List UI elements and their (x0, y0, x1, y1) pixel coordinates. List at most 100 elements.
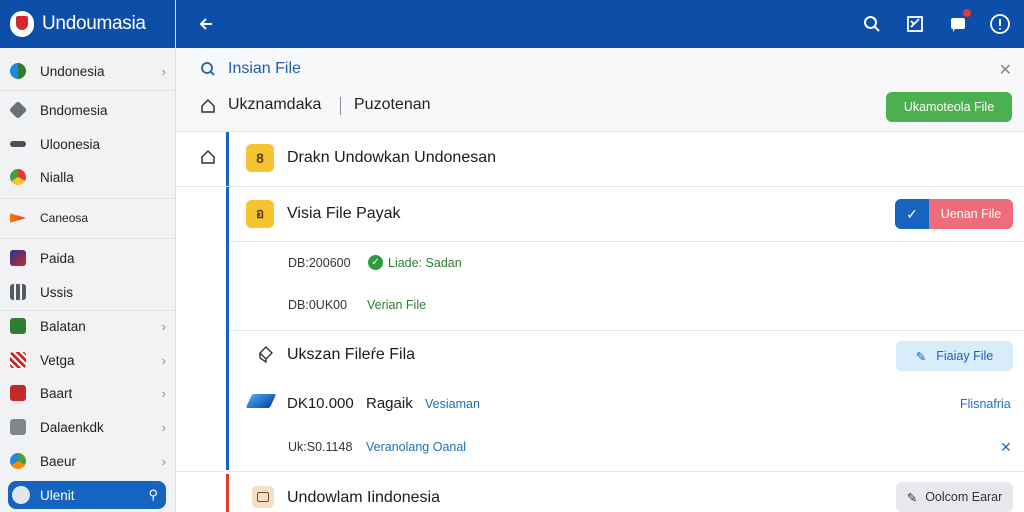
app-title: Undoumasia (42, 13, 146, 34)
sidebar-item-label: Vetga (40, 352, 75, 368)
top-bar (176, 0, 1024, 48)
cube-icon (256, 345, 274, 368)
verify-file-link[interactable]: Verian File (367, 298, 426, 312)
chevron-right-icon: › (161, 63, 166, 79)
search-label[interactable]: Insian File (228, 60, 301, 78)
detail-right-link[interactable]: Flisnafria (960, 397, 1011, 411)
notification-icon[interactable] (946, 9, 971, 36)
folder-badge-icon: 8 (246, 144, 274, 172)
notification-badge (963, 9, 971, 17)
detail-code: DB:0UK00 (288, 298, 348, 312)
sidebar-item-label: Uloonesia (40, 136, 101, 152)
row-title[interactable]: Ukszan Fileŕe Fila (287, 346, 415, 364)
detail-link[interactable]: Veranolang Oanal (366, 440, 466, 454)
book-icon (10, 250, 26, 266)
sidebar-item-caneosa[interactable]: Caneosa (0, 203, 176, 233)
checklist-icon[interactable] (903, 12, 927, 36)
breadcrumb-home[interactable]: Ukznamdaka (228, 96, 321, 114)
row-divider (229, 241, 1024, 242)
back-arrow-icon[interactable] (194, 12, 218, 36)
chevron-right-icon: › (161, 352, 166, 368)
home-icon[interactable] (200, 98, 216, 119)
app-logo-icon (10, 11, 34, 37)
row-title[interactable]: Visia File Payak (287, 205, 401, 223)
red-doc-icon (10, 385, 26, 401)
sidebar-item-nialla[interactable]: Nialla (0, 162, 176, 192)
sidebar-item-label: Dalaenkdk (40, 419, 104, 435)
help-icon[interactable] (988, 12, 1012, 36)
chevron-right-icon: › (161, 385, 166, 401)
row-divider (176, 471, 1024, 472)
upload-toggle[interactable]: ✓ Uenan File (895, 199, 1013, 229)
home-icon (200, 149, 216, 170)
section-accent-bar (226, 474, 229, 512)
sidebar-item-ussis[interactable]: Ussis (0, 277, 176, 307)
sidebar-item-label: Undonesia (40, 63, 105, 79)
edit-file-button[interactable]: ✎ Fiaiay File (896, 341, 1013, 371)
sidebar-item-balatan[interactable]: Balatan › (0, 311, 176, 341)
grid-icon (10, 284, 26, 300)
sidebar-item-paida[interactable]: Paida (0, 243, 176, 273)
user-icon (12, 486, 30, 504)
clipboard-icon (10, 419, 26, 435)
arrow-flag-icon (10, 213, 26, 223)
chevron-right-icon: › (161, 453, 166, 469)
open-button[interactable]: ✎ Oolcom Earar (896, 482, 1013, 512)
green-doc-icon (10, 318, 26, 334)
file-badge-icon: อ (246, 200, 274, 228)
sidebar-item-label: Nialla (40, 169, 74, 185)
sidebar-divider (0, 238, 176, 239)
sidebar-item-label: Ulenit (40, 487, 75, 503)
sidebar-divider (0, 90, 176, 91)
panel-header: Insian File ✕ Ukznamdaka Puzotenan Ukamo… (176, 48, 1024, 132)
chevron-right-icon: › (161, 318, 166, 334)
pin-icon: ⚲ (148, 487, 158, 502)
sidebar-item-bndomesia[interactable]: Bndomesia (0, 95, 176, 125)
row-title[interactable]: Drakn Undowkan Undonesan (287, 149, 496, 167)
sidebar-divider (0, 198, 176, 199)
pencil-icon: ✎ (906, 490, 918, 505)
close-icon[interactable]: ✕ (1000, 439, 1012, 456)
sidebar-item-label: Paida (40, 250, 75, 266)
check-circle-icon: ✓ (368, 255, 383, 270)
upload-file-button[interactable]: Ukamoteola File (886, 92, 1012, 122)
button-label: Oolcom Earar (925, 490, 1003, 504)
globe-icon (10, 63, 26, 79)
status-text: Liade: Sadan (388, 256, 462, 270)
check-icon: ✓ (895, 199, 929, 229)
detail-code: DK10.000 (287, 395, 354, 412)
sidebar-item-uloonesia[interactable]: Uloonesia (0, 129, 176, 159)
detail-code: Uk:S0.1148 (288, 440, 353, 454)
sidebar-item-baeur[interactable]: Baeur › (0, 446, 176, 476)
search-icon[interactable] (860, 12, 884, 36)
chevron-right-icon: › (161, 419, 166, 435)
brand-header[interactable]: Undoumasia (0, 0, 175, 48)
row-title[interactable]: Undowlam Iindonesia (287, 489, 440, 507)
sidebar-item-label: Baart (40, 385, 73, 401)
sidebar-item-dalaenkdk[interactable]: Dalaenkdk › (0, 412, 176, 442)
button-label: Fiaiay File (936, 349, 994, 363)
sidebar-item-label: Caneosa (40, 211, 89, 225)
sidebar-item-label: Bndomesia (40, 102, 108, 118)
card-icon (245, 394, 277, 408)
search-icon[interactable] (200, 61, 216, 82)
detail-text: Ragaik (366, 395, 413, 412)
sidebar-item-ulenit[interactable]: Ulenit ⚲ (8, 481, 166, 509)
dash-icon (10, 141, 26, 147)
sidebar-item-baart[interactable]: Baart › (0, 378, 176, 408)
toggle-label: Uenan File (929, 199, 1013, 229)
puzzle-icon (8, 100, 28, 120)
chrome-icon (10, 169, 26, 185)
close-icon[interactable]: ✕ (999, 60, 1012, 80)
breadcrumb-current[interactable]: Puzotenan (354, 96, 431, 114)
main-content: Insian File ✕ Ukznamdaka Puzotenan Ukamo… (176, 48, 1024, 512)
sidebar-item-undonesia[interactable]: Undonesia › (0, 56, 176, 86)
sidebar-item-label: Ussis (40, 284, 73, 300)
sidebar-item-label: Balatan (40, 318, 86, 334)
cross-flag-icon (10, 352, 26, 368)
detail-link[interactable]: Vesiaman (425, 397, 480, 411)
sidebar-item-vetga[interactable]: Vetga › (0, 345, 176, 375)
row-divider (176, 186, 1024, 187)
palette-icon (10, 453, 26, 469)
detail-code: DB:200600 (288, 256, 351, 270)
